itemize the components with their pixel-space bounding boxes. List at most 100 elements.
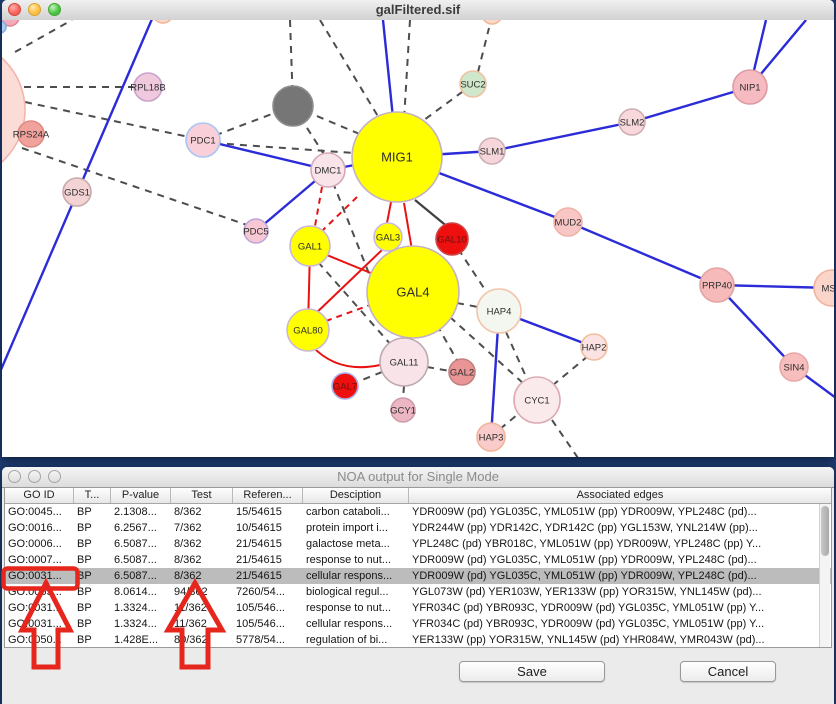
cell: regulation of bi... <box>303 632 409 648</box>
node-label: HAP2 <box>582 342 607 353</box>
cell: BP <box>74 568 111 584</box>
edge-dashed <box>478 28 489 72</box>
cancel-button[interactable]: Cancel <box>680 661 776 682</box>
cell: response to nut... <box>303 600 409 616</box>
network-window-title: galFiltered.sif <box>2 0 834 20</box>
node-label: GAL3 <box>376 232 400 243</box>
vertical-scrollbar[interactable] <box>819 504 830 647</box>
scrollbar-thumb[interactable] <box>821 506 829 556</box>
cell: 7/362 <box>171 520 233 536</box>
noa-window-title: NOA output for Single Mode <box>2 467 834 487</box>
node-label: CYC1 <box>524 395 549 406</box>
cell: BP <box>74 600 111 616</box>
edge-dashed <box>403 386 404 399</box>
cell: BP <box>74 584 111 600</box>
go-results-table: GO IDT...P-valueTestReferen...Desciption… <box>4 487 832 648</box>
node-label: PDC1 <box>190 135 215 146</box>
node-label: MUD2 <box>555 217 582 228</box>
cell: GO:0045... <box>5 504 74 520</box>
edge-dashed <box>404 20 410 120</box>
cell: GO:0007... <box>5 552 74 568</box>
table-row[interactable]: GO:0031...BP1.3324...11/362105/546...res… <box>5 600 831 616</box>
edge-dashed <box>22 148 250 226</box>
table-row[interactable]: GO:0045...BP2.1308...8/36215/54615carbon… <box>5 504 831 520</box>
cell: BP <box>74 552 111 568</box>
node-label: RPL18B <box>130 82 165 93</box>
table-row-selected[interactable]: GO:0031...BP6.5087...8/36221/54615cellul… <box>5 568 831 584</box>
table-row[interactable]: GO:0006...BP6.5087...8/36221/54615galact… <box>5 536 831 552</box>
edge-red-dashed <box>315 187 322 226</box>
cell: GO:0031... <box>5 568 74 584</box>
cell: 1.3324... <box>111 616 171 632</box>
cell: GO:0031... <box>5 600 74 616</box>
blob-node[interactable] <box>2 40 25 180</box>
column-header-associated-edges[interactable]: Associated edges <box>409 488 831 503</box>
cell: YFR034C (pd) YBR093C, YDR009W (pd) YGL03… <box>409 600 831 616</box>
cell: GO:0050... <box>5 632 74 648</box>
table-row[interactable]: GO:0065...BP8.0614...94/3627260/54...bio… <box>5 584 831 600</box>
node-label: SIN4 <box>783 362 804 373</box>
cell: YGL073W (pd) YER103W, YER133W (pp) YOR31… <box>409 584 831 600</box>
cell: BP <box>74 616 111 632</box>
cell: GO:0031... <box>5 616 74 632</box>
edge-blue <box>568 222 717 285</box>
gray-node[interactable] <box>273 86 313 126</box>
top-partial-node[interactable] <box>153 20 173 23</box>
edge-dashed <box>553 356 588 385</box>
top-partial-node[interactable] <box>482 20 502 24</box>
node-label: MIG1 <box>381 150 413 165</box>
cell: 21/54615 <box>233 536 303 552</box>
cell: 6.2567... <box>111 520 171 536</box>
edge-red <box>322 253 378 276</box>
cell: response to nut... <box>303 552 409 568</box>
table-row[interactable]: GO:0007...BP6.5087...8/36221/54615respon… <box>5 552 831 568</box>
cell: 8/362 <box>171 552 233 568</box>
table-header-row: GO IDT...P-valueTestReferen...Desciption… <box>5 488 831 504</box>
cell: 11/362 <box>171 616 233 632</box>
node-label: SLM1 <box>480 146 505 157</box>
column-header-p-value[interactable]: P-value <box>111 488 171 503</box>
cell: 6.5087... <box>111 568 171 584</box>
cell: YFR034C (pd) YBR093C, YDR009W (pd) YGL03… <box>409 616 831 632</box>
edge-red-dashed <box>323 197 357 230</box>
cell: GO:0065... <box>5 584 74 600</box>
column-header-go-id[interactable]: GO ID <box>5 488 74 503</box>
column-header-desciption[interactable]: Desciption <box>303 488 409 503</box>
network-canvas[interactable]: RPL18BRPS24APDC1GDS1PDC5MIG1SUC2SLM1DMC1… <box>2 20 834 457</box>
cell: 94/362 <box>171 584 233 600</box>
node-label: GAL1 <box>298 241 322 252</box>
cell: 8/362 <box>171 504 233 520</box>
noa-titlebar[interactable]: NOA output for Single Mode <box>2 467 834 488</box>
node-label: SLM2 <box>620 117 645 128</box>
cell: 1.3324... <box>111 600 171 616</box>
column-header-test[interactable]: Test <box>171 488 233 503</box>
column-header-t[interactable]: T... <box>74 488 111 503</box>
cell: cellular respons... <box>303 568 409 584</box>
network-titlebar[interactable]: galFiltered.sif <box>2 0 834 21</box>
edge-blue <box>203 140 328 170</box>
table-row[interactable]: GO:0016...BP6.2567...7/36210/54615protei… <box>5 520 831 536</box>
column-header-referen[interactable]: Referen... <box>233 488 303 503</box>
cell: GO:0016... <box>5 520 74 536</box>
node-label: GAL2 <box>450 367 474 378</box>
node-label: DMC1 <box>315 165 342 176</box>
table-row[interactable]: GO:0050...BP1.428E...80/3625778/54...reg… <box>5 632 831 648</box>
cell: 10/54615 <box>233 520 303 536</box>
node-label: MSN <box>821 283 834 294</box>
table-row[interactable]: GO:0031...BP1.3324...11/362105/546...cel… <box>5 616 831 632</box>
cell: BP <box>74 536 111 552</box>
cell: BP <box>74 520 111 536</box>
save-button[interactable]: Save <box>459 661 605 682</box>
cell: 5778/54... <box>233 632 303 648</box>
edge-red-curve <box>312 346 380 367</box>
cell: YDR009W (pd) YGL035C, YML051W (pp) YDR00… <box>409 504 831 520</box>
node-label: GDS1 <box>64 187 90 198</box>
node-label: GCY1 <box>390 405 416 416</box>
node-label: GAL11 <box>390 357 419 368</box>
noa-output-window: NOA output for Single Mode GO IDT...P-va… <box>2 467 834 704</box>
edge-dashed <box>15 20 72 52</box>
node-label: PRP40 <box>702 280 732 291</box>
cell: BP <box>74 632 111 648</box>
node-label: RPS24A <box>13 129 50 140</box>
node-label: GAL80 <box>293 325 323 336</box>
